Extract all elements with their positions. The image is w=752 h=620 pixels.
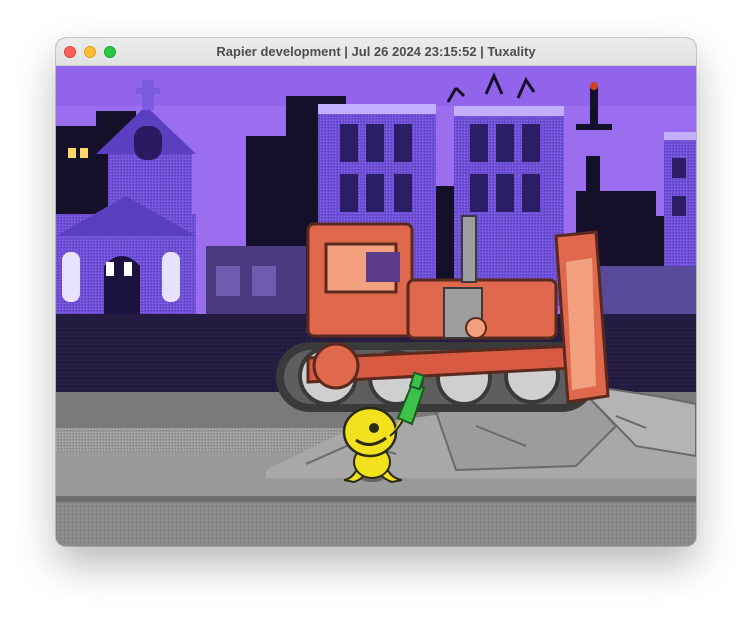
game-scene [56, 66, 696, 546]
window-title: Rapier development | Jul 26 2024 23:15:5… [216, 44, 536, 59]
game-viewport[interactable] [56, 66, 696, 546]
app-window: Rapier development | Jul 26 2024 23:15:5… [56, 38, 696, 546]
title-bar[interactable]: Rapier development | Jul 26 2024 23:15:5… [56, 38, 696, 66]
